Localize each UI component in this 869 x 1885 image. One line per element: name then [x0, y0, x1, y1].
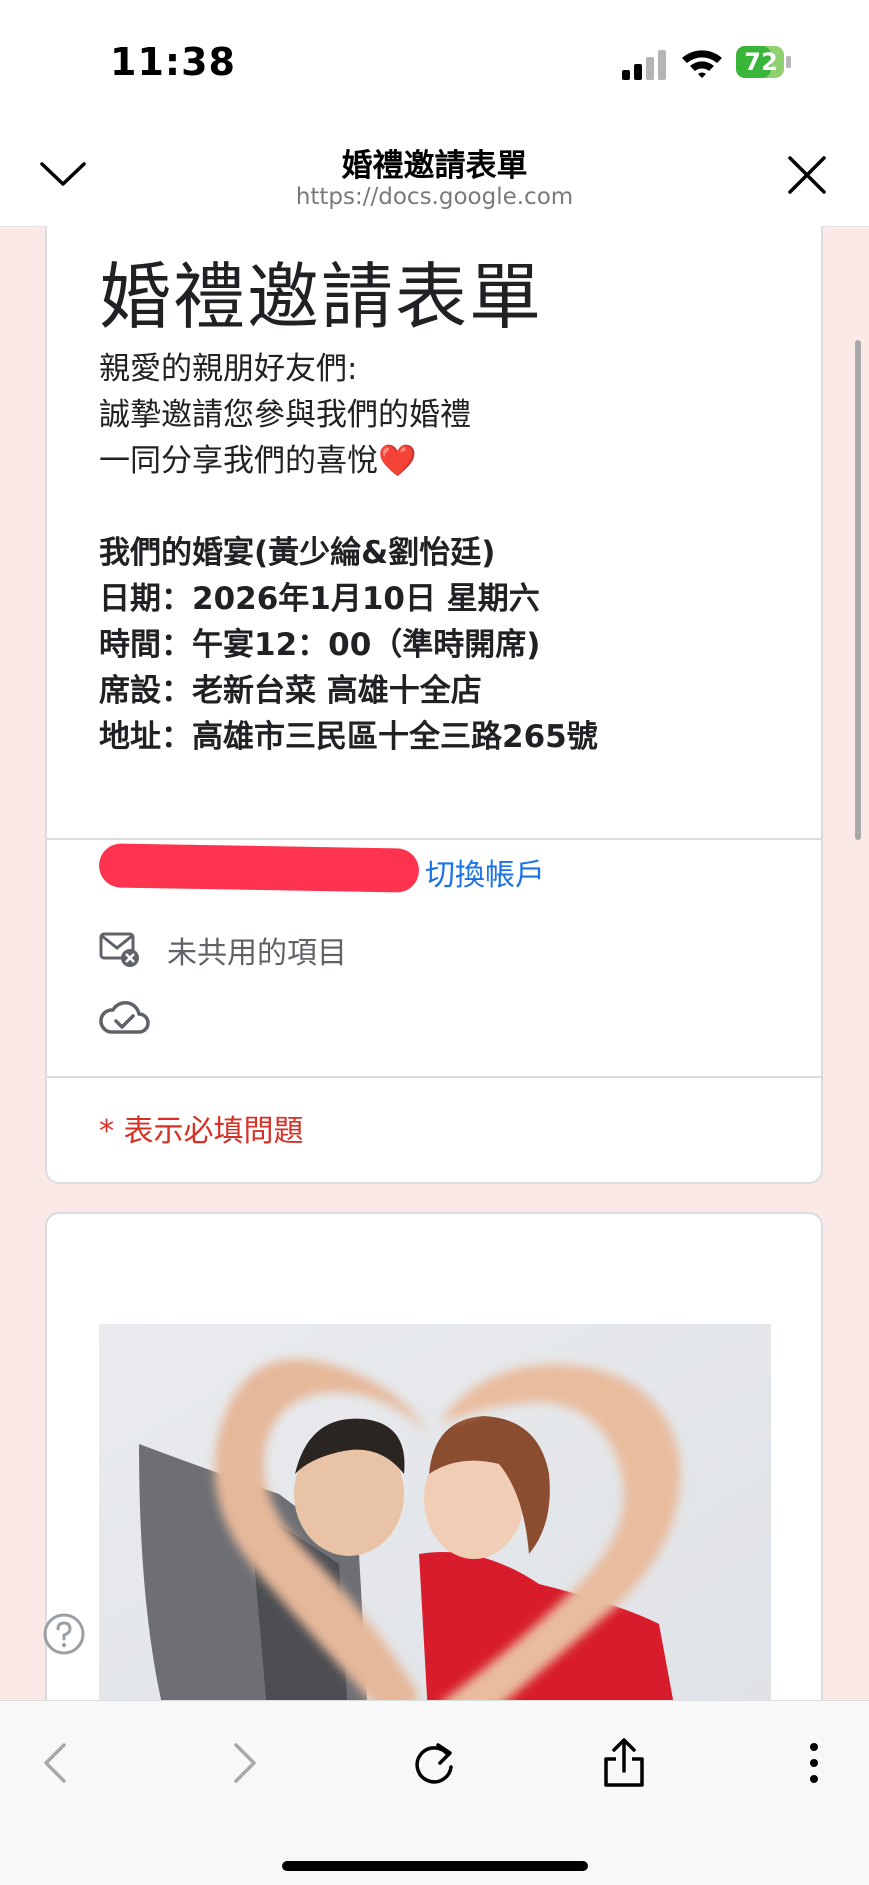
desc-line: 親愛的親朋好友們:: [99, 351, 358, 387]
not-shared-label: 未共用的項目: [167, 936, 347, 971]
required-note: * 表示必填問題: [99, 1114, 304, 1149]
redacted-email: [98, 843, 420, 893]
more-vertical-icon[interactable]: [784, 1733, 844, 1793]
status-time: 11:38: [110, 40, 236, 84]
desc-line: 誠摯邀請您參與我們的婚禮: [99, 397, 471, 433]
detail-line: 我們的婚宴(黃少綸&劉怡廷): [99, 535, 496, 571]
cloud-check-icon: [99, 998, 151, 1038]
detail-line: 時間：午宴12：00（準時開席): [99, 627, 541, 663]
form-title: 婚禮邀請表單: [99, 255, 544, 339]
desc-line: 一同分享我們的喜悅❤️: [99, 438, 598, 484]
heart-icon: ❤️: [378, 443, 417, 479]
back-arrow-icon[interactable]: [26, 1733, 86, 1793]
divider: [47, 1076, 821, 1078]
detail-line: 日期：2026年1月10日 星期六: [99, 581, 540, 617]
desc-text: 一同分享我們的喜悅: [99, 443, 378, 479]
close-icon[interactable]: [782, 150, 832, 200]
detail-line: 地址：高雄市三民區十全三路265號: [99, 719, 598, 755]
home-indicator[interactable]: [282, 1861, 588, 1871]
form-header-card: 婚禮邀請表單 親愛的親朋好友們: 誠摯邀請您參與我們的婚禮 一同分享我們的喜悅❤…: [45, 226, 823, 1184]
forward-arrow-icon[interactable]: [214, 1733, 274, 1793]
scrollbar[interactable]: [855, 340, 861, 840]
switch-account-link[interactable]: 切換帳戶: [425, 850, 545, 894]
detail-line: 席設：老新台菜 高雄十全店: [99, 673, 482, 709]
account-row: 切換帳戶: [98, 843, 779, 896]
battery-icon: 72: [736, 46, 792, 80]
image-card: [45, 1212, 823, 1732]
battery-percent: 72: [744, 48, 778, 76]
wedding-photo: [99, 1324, 771, 1732]
wifi-icon: [680, 46, 724, 80]
divider: [47, 838, 821, 840]
signal-icon: [622, 48, 666, 80]
status-bar: 11:38 72: [0, 0, 869, 120]
page-title: 婚禮邀請表單: [341, 148, 528, 184]
share-icon[interactable]: [594, 1733, 654, 1793]
mail-x-icon: [99, 932, 139, 967]
form-description: 親愛的親朋好友們: 誠摯邀請您參與我們的婚禮 一同分享我們的喜悅❤️ 我們的婚宴…: [99, 346, 598, 760]
page-url: https://docs.google.com: [295, 184, 574, 210]
browser-toolbar: [0, 1700, 869, 1885]
browser-header: 婚禮邀請表單 https://docs.google.com: [0, 120, 869, 227]
reload-icon[interactable]: [404, 1733, 464, 1793]
help-circle-icon[interactable]: [42, 1612, 86, 1656]
